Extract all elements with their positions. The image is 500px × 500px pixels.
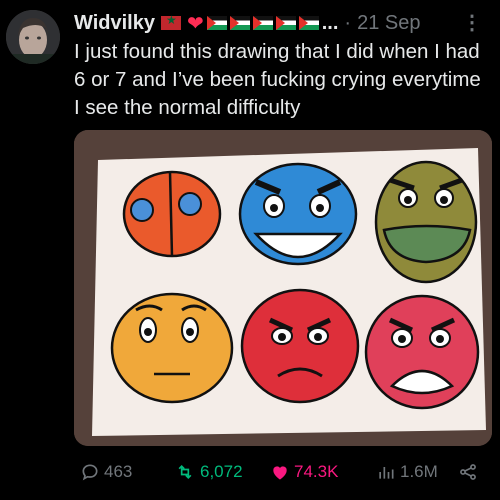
views-button[interactable]: 1.6M [376, 462, 438, 482]
separator-dot: · [344, 11, 352, 34]
drawing-face-green-grin [374, 160, 478, 284]
share-icon [460, 464, 476, 480]
palestine-flag-icon [298, 16, 319, 30]
drawing-face-blue-happy [238, 162, 358, 266]
drawing-face-yellow-worried [110, 292, 234, 404]
palestine-flag-icon [252, 16, 273, 30]
like-count: 74.3K [294, 462, 339, 481]
tweet-header: Widvilky ❤ ... · 21 Sep ⋮ [74, 10, 492, 36]
retweet-icon [178, 464, 192, 480]
avatar[interactable] [6, 10, 60, 64]
like-icon [273, 466, 287, 480]
author-name[interactable]: Widvilky [74, 12, 155, 35]
drawing-face-red-angry [240, 288, 360, 404]
reply-button[interactable]: 463 [80, 462, 132, 482]
drawing-face-pink-shouting [364, 294, 480, 410]
red-heart-icon: ❤ [186, 11, 204, 35]
retweet-count: 6,072 [200, 462, 243, 481]
more-icon[interactable]: ⋮ [462, 10, 482, 35]
reply-icon [82, 464, 98, 481]
reply-count: 463 [104, 462, 133, 481]
like-button[interactable]: 74.3K [270, 462, 338, 482]
views-count: 1.6M [400, 462, 438, 481]
share-button[interactable] [458, 462, 482, 482]
tweet-date[interactable]: 21 Sep [357, 12, 420, 35]
morocco-flag-icon [160, 13, 181, 30]
retweet-button[interactable]: 6,072 [174, 462, 243, 482]
palestine-flag-icon [275, 16, 296, 30]
views-icon [379, 467, 394, 479]
tweet-text: I just found this drawing that I did whe… [74, 40, 481, 119]
palestine-flag-icon [206, 16, 227, 30]
palestine-flag-icon [229, 16, 250, 30]
tweet-image[interactable] [74, 130, 492, 446]
name-ellipsis: ... [321, 11, 339, 34]
drawing-face-orange-split [122, 170, 222, 258]
tweet-actions: 463 6,072 74.3K 1.6M [74, 458, 494, 486]
